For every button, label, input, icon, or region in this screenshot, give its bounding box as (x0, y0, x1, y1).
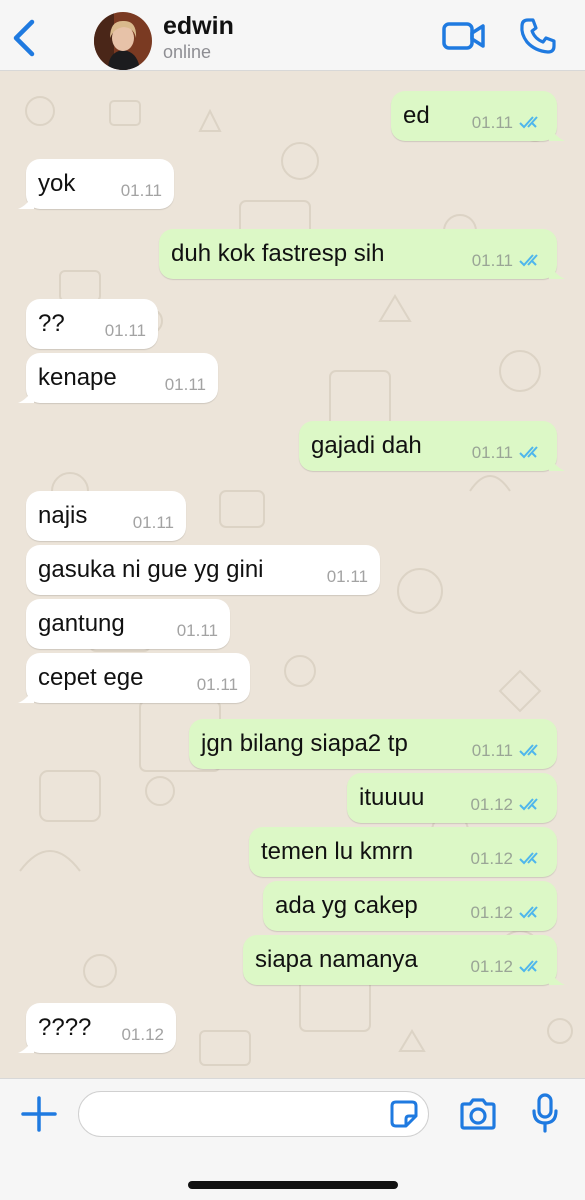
read-receipt-icon (519, 254, 538, 267)
attach-button[interactable] (20, 1095, 58, 1133)
message-time: 01.12 (470, 903, 513, 922)
message-text: siapa namanya (255, 946, 418, 973)
message-time: 01.11 (164, 375, 206, 394)
incoming-message[interactable]: cepet ege 01.11 (18, 653, 250, 703)
microphone-icon (532, 1093, 558, 1133)
message-time: 01.11 (326, 567, 368, 586)
camera-button[interactable] (458, 1097, 498, 1131)
incoming-message[interactable]: gasuka ni gue yg gini 01.11 (26, 545, 380, 595)
video-camera-icon (442, 22, 485, 50)
message-time: 01.11 (176, 621, 218, 640)
read-receipt-icon (519, 446, 538, 459)
message-text: najis (38, 502, 88, 529)
bubble-tail (549, 969, 565, 985)
message-time: 01.12 (470, 849, 513, 868)
message-text: gasuka ni gue yg gini (38, 556, 264, 583)
incoming-message[interactable]: yok 01.11 (18, 159, 174, 209)
read-receipt-icon (519, 116, 538, 129)
message-text: ?? (38, 310, 65, 337)
message-text: ed (403, 102, 430, 129)
message-time: 01.11 (471, 443, 513, 462)
message-time: 01.11 (132, 513, 174, 532)
message-time: 01.11 (471, 113, 513, 132)
message-text: ???? (38, 1014, 92, 1041)
incoming-message[interactable]: kenape 01.11 (18, 353, 218, 403)
plus-icon (21, 1096, 57, 1132)
bubble-tail (549, 125, 565, 141)
outgoing-message[interactable]: jgn bilang siapa2 tp 01.11 (189, 719, 557, 769)
read-receipt-icon (519, 960, 538, 973)
message-time: 01.12 (470, 795, 513, 814)
back-button[interactable] (8, 18, 42, 58)
bubble-tail (549, 263, 565, 279)
camera-icon (460, 1098, 496, 1130)
outgoing-message[interactable]: ada yg cakep 01.12 (263, 881, 557, 931)
voice-note-button[interactable] (532, 1093, 558, 1133)
bubble-tail (18, 1037, 34, 1053)
message-text: cepet ege (38, 664, 144, 691)
outgoing-message[interactable]: ed 01.11 (391, 91, 565, 141)
incoming-message[interactable]: najis 01.11 (26, 491, 186, 541)
bubble-tail (18, 193, 34, 209)
composer-bar (0, 1078, 585, 1200)
message-text: ituuuu (359, 784, 425, 811)
read-receipt-icon (519, 852, 538, 865)
outgoing-message[interactable]: siapa namanya 01.12 (243, 935, 565, 985)
message-text: duh kok fastresp sih (171, 240, 385, 267)
message-time: 01.11 (120, 181, 162, 200)
message-time: 01.11 (104, 321, 146, 340)
read-receipt-icon (519, 744, 538, 757)
message-text: ada yg cakep (275, 892, 418, 919)
message-text: gajadi dah (311, 432, 422, 459)
chat-header: edwin online (0, 0, 585, 71)
sticker-button[interactable] (389, 1099, 419, 1129)
message-time: 01.11 (471, 251, 513, 270)
read-receipt-icon (519, 906, 538, 919)
message-text: temen lu kmrn (261, 838, 414, 865)
incoming-message[interactable]: gantung 01.11 (26, 599, 230, 649)
voice-call-button[interactable] (519, 17, 557, 55)
video-call-button[interactable] (442, 20, 486, 52)
home-indicator (188, 1181, 398, 1189)
outgoing-message[interactable]: temen lu kmrn 01.12 (249, 827, 557, 877)
contact-name[interactable]: edwin (163, 12, 234, 41)
bubble-tail (549, 455, 565, 471)
outgoing-message[interactable]: duh kok fastresp sih 01.11 (159, 229, 565, 279)
contact-status: online (163, 42, 212, 62)
outgoing-message[interactable]: gajadi dah 01.11 (299, 421, 565, 471)
message-text: yok (38, 170, 76, 197)
chat-area[interactable]: ed 01.11 yok 01.11 duh kok fastresp sih 01.11… (0, 71, 585, 1078)
read-receipt-icon (519, 798, 538, 811)
chevron-left-icon (13, 19, 35, 57)
message-time: 01.11 (196, 675, 238, 694)
message-text: kenape (38, 364, 117, 391)
message-text: jgn bilang siapa2 tp (201, 730, 408, 757)
sticker-icon (390, 1100, 418, 1128)
bubble-tail (18, 387, 34, 403)
phone-icon (520, 18, 556, 54)
message-input[interactable] (78, 1091, 429, 1137)
message-time: 01.12 (470, 957, 513, 976)
bubble-tail (18, 687, 34, 703)
message-time: 01.12 (121, 1025, 164, 1044)
avatar[interactable] (94, 12, 152, 70)
incoming-message[interactable]: ???? 01.12 (18, 1003, 176, 1053)
incoming-message[interactable]: ?? 01.11 (26, 299, 158, 349)
message-time: 01.11 (471, 741, 513, 760)
message-text: gantung (38, 610, 125, 637)
outgoing-message[interactable]: ituuuu 01.12 (347, 773, 557, 823)
